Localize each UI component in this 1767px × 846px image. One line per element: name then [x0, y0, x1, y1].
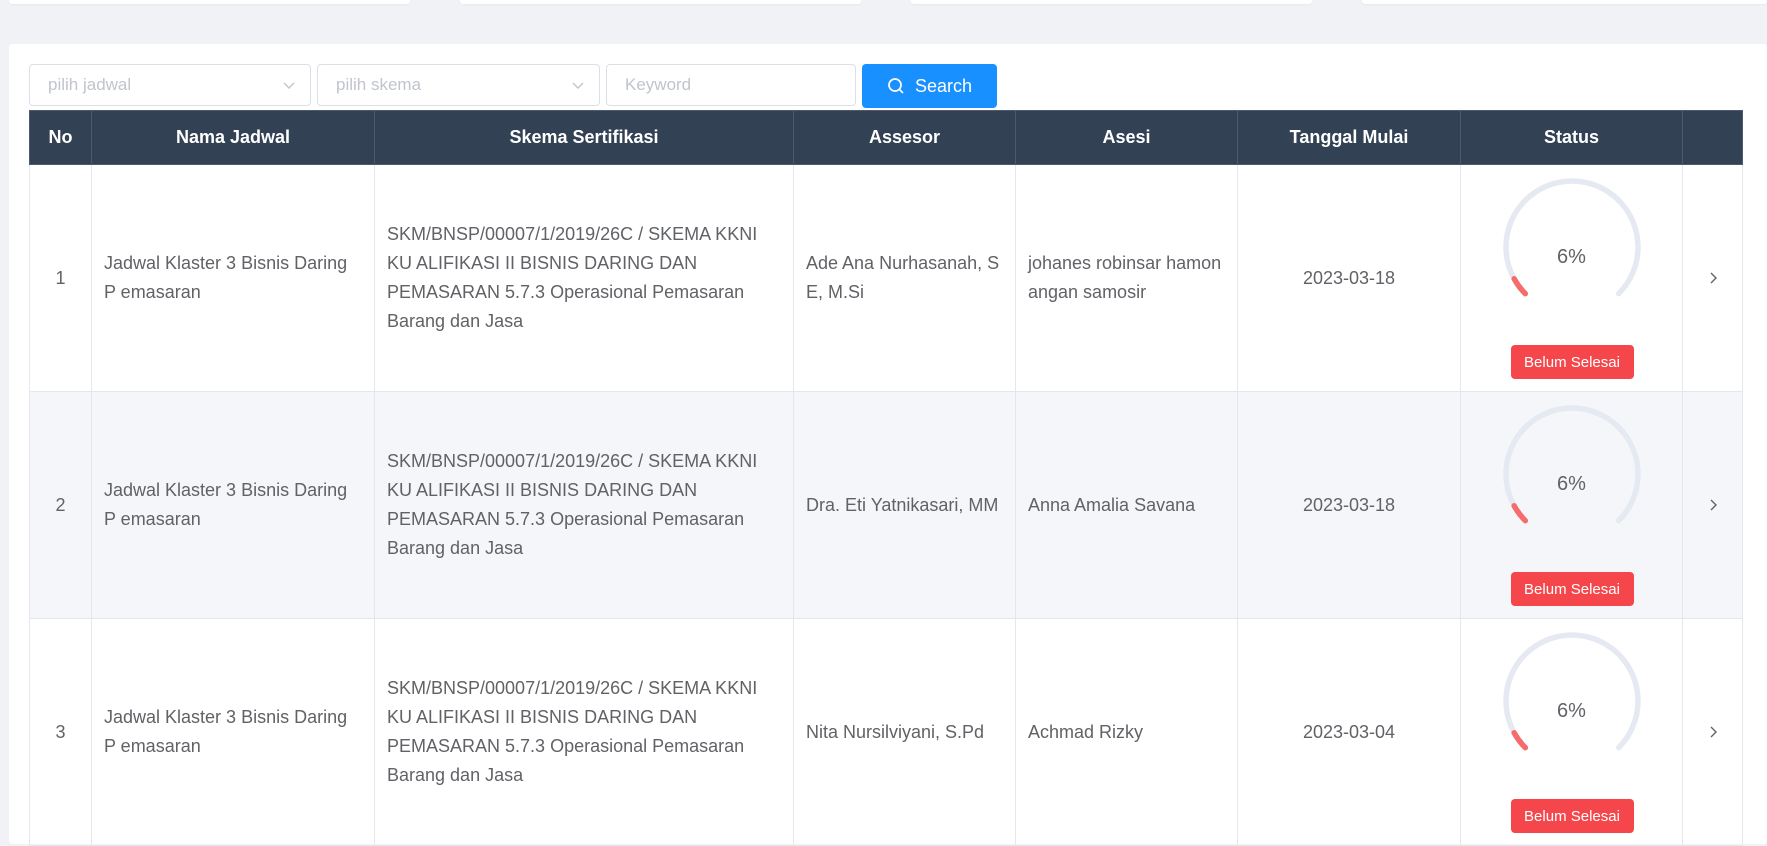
gauge-fill	[1510, 503, 1528, 524]
progress-gauge: 6% Belum Selesai	[1487, 392, 1657, 618]
chevron-right-icon	[1710, 499, 1717, 511]
row-no: 3	[29, 618, 92, 846]
jadwal-select[interactable]: pilih jadwal	[29, 64, 311, 106]
row-skema: SKM/BNSP/00007/1/2019/26C / SKEMA KKNI K…	[374, 618, 794, 846]
row-assesor: Ade Ana Nurhasanah, S E, M.Si	[793, 164, 1016, 392]
table-header-row: No Nama Jadwal Skema Sertifikasi Assesor…	[29, 110, 1743, 165]
column-header-nama-jadwal[interactable]: Nama Jadwal	[91, 110, 375, 165]
column-header-action	[1682, 110, 1743, 165]
skema-select[interactable]: pilih skema	[317, 64, 600, 106]
row-skema: SKM/BNSP/00007/1/2019/26C / SKEMA KKNI K…	[374, 391, 794, 619]
progress-percentage: 6%	[1557, 700, 1586, 722]
row-status: 6% Belum Selesai	[1460, 391, 1683, 619]
search-icon	[888, 78, 904, 94]
row-assesor: Dra. Eti Yatnikasari, MM	[793, 391, 1016, 619]
summary-card	[9, 0, 410, 4]
row-nama-jadwal: Jadwal Klaster 3 Bisnis Daring P emasara…	[91, 391, 375, 619]
summary-card	[911, 0, 1312, 4]
summary-card	[1362, 0, 1767, 4]
row-nama-jadwal: Jadwal Klaster 3 Bisnis Daring P emasara…	[91, 618, 375, 846]
column-header-asesi[interactable]: Asesi	[1015, 110, 1238, 165]
row-tanggal-mulai: 2023-03-18	[1237, 391, 1461, 619]
chevron-right-icon	[1710, 726, 1717, 738]
search-button[interactable]: Search	[862, 64, 997, 108]
search-button-label: Search	[914, 75, 973, 96]
table-row[interactable]: 3 Jadwal Klaster 3 Bisnis Daring P emasa…	[29, 618, 1743, 846]
row-expand-button[interactable]	[1683, 725, 1742, 739]
row-nama-jadwal: Jadwal Klaster 3 Bisnis Daring P emasara…	[91, 164, 375, 392]
summary-card	[460, 0, 861, 4]
progress-gauge: 6% Belum Selesai	[1487, 165, 1657, 391]
row-skema: SKM/BNSP/00007/1/2019/26C / SKEMA KKNI K…	[374, 164, 794, 392]
jadwal-select-placeholder: pilih jadwal	[48, 75, 132, 94]
status-badge: Belum Selesai	[1510, 572, 1634, 606]
column-header-no[interactable]: No	[29, 110, 92, 165]
column-header-assesor[interactable]: Assesor	[793, 110, 1016, 165]
table-row[interactable]: 1 Jadwal Klaster 3 Bisnis Daring P emasa…	[29, 164, 1743, 392]
row-tanggal-mulai: 2023-03-04	[1237, 618, 1461, 846]
row-expand-button[interactable]	[1683, 271, 1742, 285]
row-status: 6% Belum Selesai	[1460, 164, 1683, 392]
column-header-tanggal-mulai[interactable]: Tanggal Mulai	[1237, 110, 1461, 165]
column-header-status[interactable]: Status	[1460, 110, 1683, 165]
status-badge: Belum Selesai	[1510, 799, 1634, 833]
gauge-track	[1502, 632, 1641, 751]
skema-select-placeholder: pilih skema	[336, 75, 422, 94]
row-asesi: Achmad Rizky	[1015, 618, 1238, 846]
progress-percentage: 6%	[1557, 473, 1586, 495]
row-action-cell[interactable]	[1682, 391, 1743, 619]
chevron-down-icon	[283, 82, 295, 89]
column-header-skema[interactable]: Skema Sertifikasi	[374, 110, 794, 165]
schedule-table: No Nama Jadwal Skema Sertifikasi Assesor…	[29, 110, 1743, 846]
row-no: 2	[29, 391, 92, 619]
keyword-placeholder: Keyword	[625, 75, 692, 94]
row-expand-button[interactable]	[1683, 498, 1742, 512]
chevron-down-icon	[572, 82, 584, 89]
row-asesi: Anna Amalia Savana	[1015, 391, 1238, 619]
row-asesi: johanes robinsar hamon angan samosir	[1015, 164, 1238, 392]
gauge-fill	[1510, 276, 1528, 297]
table-row[interactable]: 2 Jadwal Klaster 3 Bisnis Daring P emasa…	[29, 391, 1743, 619]
row-status: 6% Belum Selesai	[1460, 618, 1683, 846]
gauge-fill	[1510, 730, 1528, 751]
row-tanggal-mulai: 2023-03-18	[1237, 164, 1461, 392]
row-no: 1	[29, 164, 92, 392]
row-action-cell[interactable]	[1682, 164, 1743, 392]
gauge-track	[1502, 178, 1641, 297]
progress-gauge: 6% Belum Selesai	[1487, 619, 1657, 845]
gauge-track	[1502, 405, 1641, 524]
row-assesor: Nita Nursilviyani, S.Pd	[793, 618, 1016, 846]
row-action-cell[interactable]	[1682, 618, 1743, 846]
status-badge: Belum Selesai	[1510, 345, 1634, 379]
chevron-right-icon	[1710, 272, 1717, 284]
progress-percentage: 6%	[1557, 246, 1586, 268]
keyword-input[interactable]: Keyword	[606, 64, 856, 106]
summary-cards-strip	[0, 0, 1767, 10]
schedule-panel: pilih jadwal pilih skema Keyword Search …	[9, 44, 1767, 846]
